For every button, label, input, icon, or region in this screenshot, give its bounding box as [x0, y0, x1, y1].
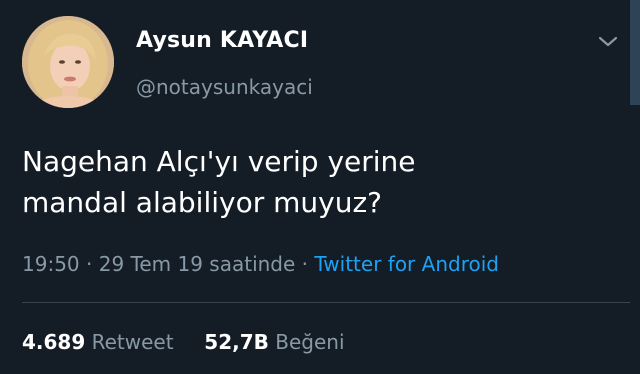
divider: [22, 302, 630, 303]
tweet-time: 19:50: [22, 252, 80, 276]
like-label: Beğeni: [275, 330, 345, 354]
tweet-text-line: Nagehan Alçı'yı verip yerine: [22, 145, 416, 178]
chevron-down-icon[interactable]: [596, 32, 620, 52]
author-handle[interactable]: @notaysunkayaci: [136, 75, 313, 99]
author-display-name[interactable]: Aysun KAYACI: [136, 28, 308, 53]
retweet-stat[interactable]: 4.689 Retweet: [22, 330, 180, 354]
like-stat[interactable]: 52,7B Beğeni: [204, 330, 344, 354]
scrollbar[interactable]: [630, 0, 640, 105]
tweet-meta: 19:50 · 29 Tem 19 saatinde · Twitter for…: [22, 252, 499, 276]
tweet-source-link[interactable]: Twitter for Android: [314, 252, 499, 276]
retweet-count: 4.689: [22, 330, 86, 354]
tweet-date: 29 Tem 19 saatinde: [98, 252, 296, 276]
avatar[interactable]: [22, 16, 114, 108]
tweet-text-line: mandal alabiliyor muyuz?: [22, 186, 383, 219]
like-count: 52,7B: [204, 330, 269, 354]
meta-separator: ·: [86, 252, 93, 276]
tweet-text: Nagehan Alçı'yı verip yerine mandal alab…: [22, 141, 612, 223]
meta-separator: ·: [301, 252, 309, 276]
avatar-photo: [22, 16, 114, 108]
tweet-stats: 4.689 Retweet 52,7B Beğeni: [22, 330, 345, 354]
tweet-card: Aysun KAYACI @notaysunkayaci Nagehan Alç…: [0, 0, 640, 374]
retweet-label: Retweet: [91, 330, 174, 354]
